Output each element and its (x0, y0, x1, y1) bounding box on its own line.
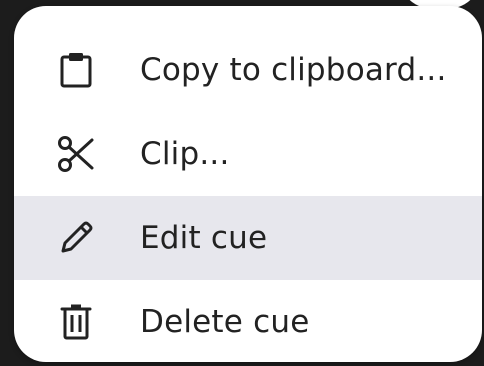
trash-icon (56, 302, 96, 342)
clipboard-icon (56, 50, 96, 90)
pencil-icon (56, 218, 96, 258)
menu-item-label: Edit cue (140, 220, 268, 256)
menu-item-delete-cue[interactable]: Delete cue (14, 280, 482, 362)
scissors-icon (56, 134, 96, 174)
menu-item-clip[interactable]: Clip... (14, 112, 482, 196)
menu-item-copy-to-clipboard[interactable]: Copy to clipboard... (14, 28, 482, 112)
context-menu: Copy to clipboard... Clip... Edit cue De… (14, 6, 482, 362)
menu-item-label: Delete cue (140, 304, 310, 340)
menu-item-label: Copy to clipboard... (140, 52, 447, 88)
menu-item-edit-cue[interactable]: Edit cue (14, 196, 482, 280)
menu-item-label: Clip... (140, 136, 230, 172)
